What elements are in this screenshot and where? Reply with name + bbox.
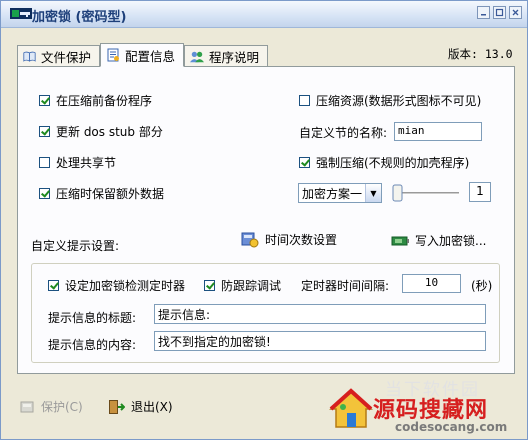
force-compress-checkbox[interactable]: 强制压缩(不规则的加壳程序) <box>299 154 469 171</box>
select-value: 加密方案一 <box>302 186 363 201</box>
checkbox-box[interactable] <box>48 280 59 291</box>
checkbox-label: 强制压缩(不规则的加壳程序) <box>316 156 470 170</box>
button-label: 保护(C) <box>41 400 83 414</box>
shared-section-checkbox[interactable]: 处理共享节 <box>39 154 116 171</box>
checkbox-box[interactable] <box>39 188 50 199</box>
checkbox-label: 处理共享节 <box>56 156 117 170</box>
detect-timer-checkbox[interactable]: 设定加密锁检测定时器 <box>48 277 185 294</box>
lock-key-icon <box>10 8 32 19</box>
checkbox-label: 压缩资源(数据形式图标不可见) <box>316 94 482 108</box>
button-label: 退出(X) <box>131 400 173 414</box>
clock-settings-icon <box>241 232 259 248</box>
encrypt-scheme-select[interactable]: 加密方案一 ▼ <box>298 183 382 203</box>
message-title-input[interactable]: 提示信息: <box>154 304 486 324</box>
minimize-icon <box>481 14 486 16</box>
message-title-label: 提示信息的标题: <box>48 311 137 325</box>
checkbox-box[interactable] <box>299 157 310 168</box>
book-icon <box>23 51 36 62</box>
protect-icon <box>20 401 34 412</box>
slider-thumb[interactable] <box>392 184 403 202</box>
checkbox-label: 防跟踪调试 <box>221 279 282 293</box>
checkbox-label: 在压缩前备份程序 <box>56 94 153 108</box>
backup-checkbox[interactable]: 在压缩前备份程序 <box>39 92 152 109</box>
encrypt-level-slider[interactable] <box>387 182 465 204</box>
timer-interval-label: 定时器时间间隔: <box>301 279 390 293</box>
compress-resources-checkbox[interactable]: 压缩资源(数据形式图标不可见) <box>299 92 481 109</box>
timer-interval-input[interactable]: 10 <box>402 274 461 293</box>
exit-button[interactable]: 退出(X) <box>107 398 173 415</box>
extra-data-checkbox[interactable]: 压缩时保留额外数据 <box>39 185 164 202</box>
window-title: 加密锁 (密码型) <box>32 10 127 25</box>
tab-label: 配置信息 <box>124 48 175 64</box>
watermark-url: codesocang.com <box>395 420 508 434</box>
close-button[interactable] <box>509 6 522 19</box>
tab-file-protect[interactable]: 文件保护 <box>17 45 100 67</box>
checkbox-box[interactable] <box>204 280 215 291</box>
checkbox-box[interactable] <box>299 95 310 106</box>
house-logo-icon <box>329 388 373 428</box>
maximize-icon <box>495 8 504 17</box>
anti-debug-checkbox[interactable]: 防跟踪调试 <box>204 277 281 294</box>
message-content-label: 提示信息的内容: <box>48 338 137 352</box>
checkbox-box[interactable] <box>39 95 50 106</box>
checkbox-label: 设定加密锁检测定时器 <box>65 279 186 293</box>
exit-door-icon <box>109 399 125 414</box>
message-content-input[interactable]: 找不到指定的加密锁! <box>154 331 486 351</box>
maximize-button[interactable] <box>493 6 506 19</box>
document-icon <box>107 48 119 62</box>
title-bar[interactable]: 加密锁 (密码型) <box>1 1 527 28</box>
checkbox-label: 压缩时保留额外数据 <box>56 187 165 201</box>
users-icon <box>190 51 204 62</box>
write-lock-button[interactable]: 写入加密锁... <box>391 232 486 249</box>
version-label: 版本: 13.0 <box>448 47 513 61</box>
tab-config-info[interactable]: 配置信息 <box>100 43 184 67</box>
usb-key-icon <box>391 236 409 245</box>
protect-button[interactable]: 保护(C) <box>19 398 83 415</box>
tab-label: 文件保护 <box>40 50 91 65</box>
checkbox-box[interactable] <box>39 126 50 137</box>
encrypt-level-display: 1 <box>469 182 491 202</box>
app-window: 加密锁 (密码型) 文件保护 配置信息 程序说明 版本: 13.0 在压缩前备份… <box>0 0 528 440</box>
minimize-button[interactable] <box>477 6 490 19</box>
button-label: 时间次数设置 <box>265 233 338 247</box>
prompt-settings-label: 自定义提示设置: <box>31 239 120 253</box>
tab-program-info[interactable]: 程序说明 <box>184 45 268 67</box>
time-count-settings-button[interactable]: 时间次数设置 <box>241 231 337 248</box>
chevron-down-icon[interactable]: ▼ <box>365 184 381 202</box>
timer-unit-label: (秒) <box>471 279 493 293</box>
checkbox-label: 更新 dos stub 部分 <box>56 125 163 139</box>
checkbox-box[interactable] <box>39 157 50 168</box>
section-name-label: 自定义节的名称: <box>299 126 388 140</box>
update-stub-checkbox[interactable]: 更新 dos stub 部分 <box>39 123 163 140</box>
button-label: 写入加密锁... <box>415 234 487 248</box>
close-icon <box>512 9 519 16</box>
section-name-input[interactable]: mian <box>394 122 482 141</box>
tab-label: 程序说明 <box>208 50 259 65</box>
